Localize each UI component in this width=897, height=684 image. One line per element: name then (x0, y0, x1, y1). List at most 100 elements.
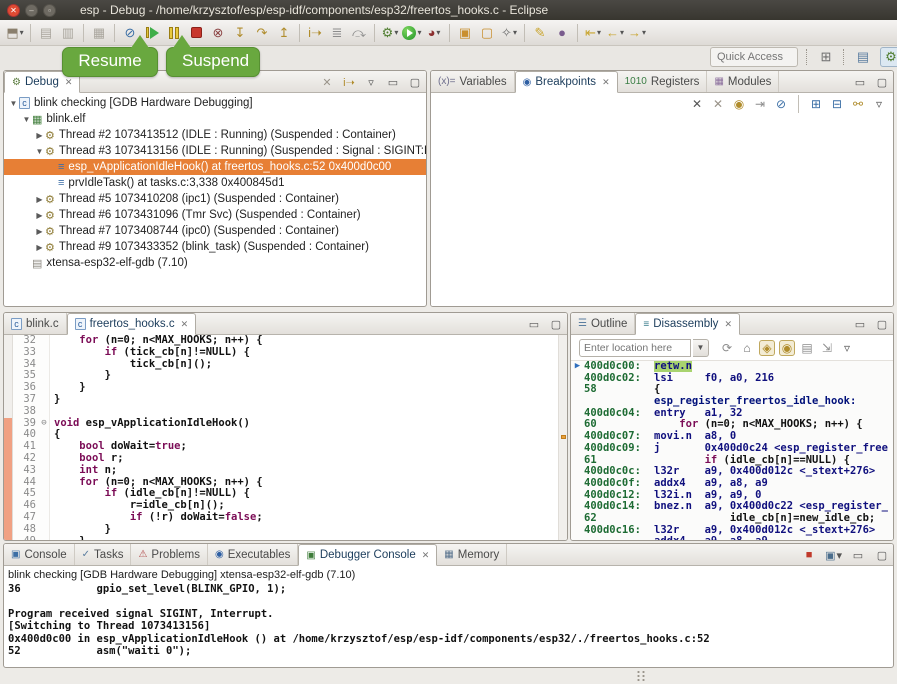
window-minimize-button[interactable]: – (25, 4, 38, 17)
occurrence-marker[interactable] (561, 435, 566, 439)
view-menu-icon[interactable]: ▿ (363, 76, 379, 89)
step-over-icon[interactable]: ↷ (252, 23, 272, 43)
maximize-icon[interactable]: ▢ (407, 76, 423, 89)
collapse-twisty-icon[interactable]: ▼ (21, 115, 32, 124)
run-dropdown-arrow[interactable]: ▾ (417, 28, 421, 37)
new-wizard-dropdown-arrow[interactable]: ▾ (20, 28, 24, 37)
location-input[interactable] (579, 339, 691, 357)
annotation-ruler[interactable] (4, 335, 13, 540)
code-line[interactable]: tick_cb[n](); (54, 359, 558, 371)
cpp-perspective-button[interactable]: ▤ (852, 47, 874, 67)
maximize-icon[interactable]: ▢ (874, 549, 890, 562)
tab-modules[interactable]: ▦Modules (707, 71, 779, 92)
code-line[interactable]: bool r; (54, 453, 558, 465)
debug-tree-row[interactable]: ▼cblink checking [GDB Hardware Debugging… (4, 95, 426, 111)
coverage-dropdown-arrow[interactable]: ▾ (436, 28, 440, 37)
forward-history-dropdown-arrow[interactable]: ▾ (642, 28, 646, 37)
debug-tree-row[interactable]: ▼▦blink.elf (4, 111, 426, 127)
sync-with-active-context-icon[interactable]: ◉ (779, 340, 795, 356)
resize-grip[interactable] (636, 670, 646, 682)
folding-ruler[interactable]: ⊖ (39, 335, 50, 540)
display-selected-console-dropdown-arrow[interactable]: ▾ (836, 550, 842, 562)
editor-tab-blink-c[interactable]: cblink.c (4, 313, 67, 334)
code-line[interactable] (54, 406, 558, 418)
open-perspective-button[interactable]: ⊞ (815, 47, 837, 67)
open-new-view-icon[interactable]: ▤ (799, 341, 815, 355)
view-menu-icon[interactable]: ▿ (839, 341, 855, 355)
close-icon[interactable]: ✕ (724, 319, 732, 330)
mark-occurrences-icon[interactable]: ✎ (530, 23, 550, 43)
show-breakpoints-supported-icon[interactable]: ◉ (731, 97, 747, 111)
code-editor[interactable]: 323334353637383940414243444546474849 ⊖ f… (4, 335, 567, 540)
expand-twisty-icon[interactable]: ▶ (34, 227, 45, 236)
close-icon[interactable]: ✕ (181, 319, 189, 330)
open-element-icon[interactable]: ▢ (477, 23, 497, 43)
debug-perspective-button[interactable]: ⚙ (880, 47, 897, 67)
close-icon[interactable]: ✕ (602, 77, 610, 88)
remove-selected-breakpoints-icon[interactable]: ✕ (689, 97, 705, 111)
disconnect-icon[interactable]: ⊗ (208, 23, 228, 43)
run-icon[interactable]: ▾ (402, 23, 422, 43)
save-icon[interactable]: ▤ (36, 23, 56, 43)
overview-ruler[interactable] (558, 335, 567, 540)
instruction-stepping-icon[interactable]: i➝ (305, 23, 325, 43)
link-with-debug-view-icon[interactable]: ⚯ (850, 97, 866, 111)
minimize-icon[interactable]: ▭ (850, 549, 866, 562)
disassembly-listing[interactable]: ▶400d0c00:retw.n 400d0c02:lsi f0, a0, 21… (571, 360, 893, 540)
debug-tree-row[interactable]: ▤xtensa-esp32-elf-gdb (7.10) (4, 255, 426, 271)
code-line[interactable]: } (54, 524, 558, 536)
code-line[interactable]: if (!r) doWait=false; (54, 512, 558, 524)
location-dropdown-button[interactable]: ▼ (693, 339, 709, 357)
view-menu-icon[interactable]: ▿ (871, 97, 887, 111)
code-line[interactable]: } (54, 370, 558, 382)
maximize-icon[interactable]: ▢ (874, 76, 890, 89)
maximize-icon[interactable]: ▢ (548, 318, 564, 331)
minimize-icon[interactable]: ▭ (852, 76, 868, 89)
tab-breakpoints[interactable]: ◉Breakpoints✕ (515, 71, 618, 93)
editor-tab-freertos-hooks-c[interactable]: cfreertos_hooks.c✕ (67, 313, 197, 335)
code-line[interactable]: void esp_vApplicationIdleHook() (54, 418, 558, 430)
minimize-icon[interactable]: ▭ (526, 318, 542, 331)
disassembly-row[interactable]: ▶400d0c00:retw.n (571, 361, 893, 373)
new-wizard-icon[interactable]: ⬒▾ (5, 23, 25, 43)
code-text-area[interactable]: for (n=0; n<MAX_HOOKS; n++) { if (tick_c… (50, 335, 558, 540)
collapse-twisty-icon[interactable]: ▼ (8, 99, 19, 108)
use-step-filters-icon[interactable]: ≣ (327, 23, 347, 43)
remove-all-terminated-icon[interactable]: ✕ (319, 76, 335, 89)
step-into-icon[interactable]: ↧ (230, 23, 250, 43)
disassembly-row[interactable]: 400d0c02:lsi f0, a0, 216 (571, 373, 893, 385)
tab-executables[interactable]: ◉Executables (208, 544, 298, 565)
debug-tree-row[interactable]: ▶⚙Thread #7 1073408744 (ipc0) (Suspended… (4, 223, 426, 239)
debug-tree-row-selected[interactable]: ≡esp_vApplicationIdleHook() at freertos_… (4, 159, 426, 175)
debug-tree-row[interactable]: ≡prvIdleTask() at tasks.c:3,338 0x400845… (4, 175, 426, 191)
tab-console[interactable]: ▣Console (4, 544, 75, 565)
minimize-icon[interactable]: ▭ (852, 318, 868, 331)
collapse-twisty-icon[interactable]: ▼ (34, 147, 45, 156)
back-history-icon[interactable]: ←▾ (605, 23, 625, 43)
minimize-icon[interactable]: ▭ (385, 76, 401, 89)
debug-dropdown-arrow[interactable]: ▾ (394, 28, 398, 37)
restart-icon[interactable]: ⤼ (349, 23, 369, 43)
coverage-icon[interactable]: ◕▾ (424, 23, 444, 43)
go-to-file-for-breakpoint-icon[interactable]: ⇥ (752, 97, 768, 111)
debug-tree-row[interactable]: ▶⚙Thread #9 1073433352 (blink_task) (Sus… (4, 239, 426, 255)
fold-collapse-icon[interactable]: ⊖ (39, 418, 49, 430)
tab-memory[interactable]: ▦Memory (437, 544, 507, 565)
display-selected-console-icon[interactable]: ▣▾ (825, 549, 842, 562)
quick-access-input[interactable] (710, 47, 798, 67)
forward-history-icon[interactable]: →▾ (627, 23, 647, 43)
remove-all-breakpoints-icon[interactable]: ✕ (710, 97, 726, 111)
disassembly-row[interactable]: addx4 a9, a8, a9 (571, 536, 893, 540)
code-line[interactable]: } (54, 536, 558, 540)
code-line[interactable]: if (tick_cb[n]!=NULL) { (54, 347, 558, 359)
expand-twisty-icon[interactable]: ▶ (34, 131, 45, 140)
search-dropdown-arrow[interactable]: ▾ (513, 28, 517, 37)
refresh-icon[interactable]: ⟳ (719, 341, 735, 355)
expand-twisty-icon[interactable]: ▶ (34, 211, 45, 220)
disassembly-row[interactable]: 62 idle_cb[n]=new_idle_cb; (571, 513, 893, 525)
tab-registers[interactable]: 1010Registers (618, 71, 708, 92)
tab-disassembly[interactable]: ≡Disassembly✕ (635, 313, 740, 335)
line-number-ruler[interactable]: 323334353637383940414243444546474849 (13, 335, 39, 540)
pin-view-icon[interactable]: ⇲ (819, 341, 835, 355)
search-icon[interactable]: ✧▾ (499, 23, 519, 43)
